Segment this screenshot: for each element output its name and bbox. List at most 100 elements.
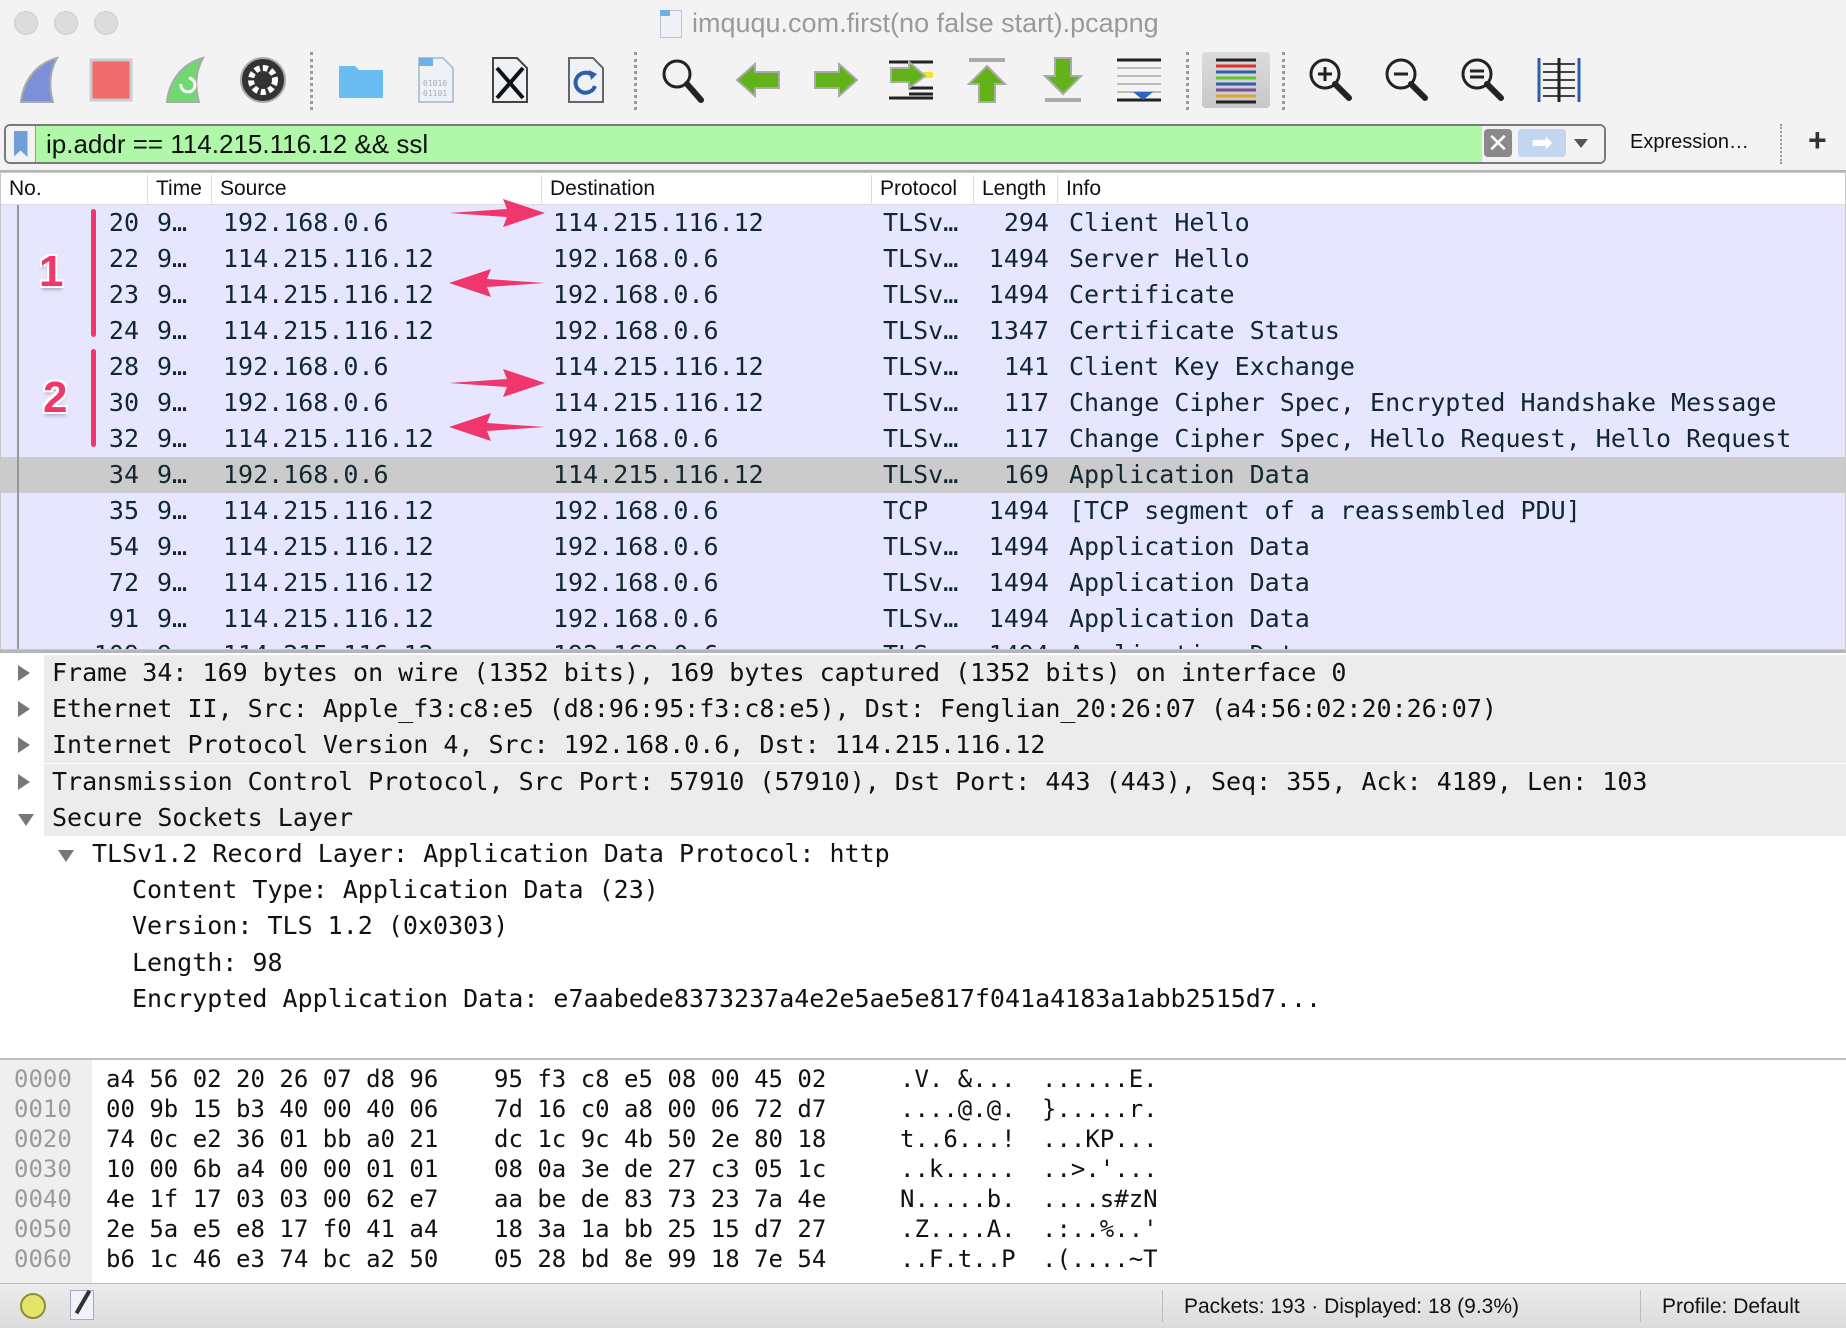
column-header-destination[interactable]: Destination — [541, 175, 871, 203]
hex-ascii: }.....r. — [1042, 1095, 1158, 1123]
resize-columns-button[interactable] — [1530, 52, 1588, 108]
packet-row[interactable]: 20 9… 192.168.0.6 114.215.116.12 TLSv… 294 Cli… — [1, 205, 1845, 241]
detail-tree-item[interactable]: Encrypted Application Data: e7aabede8373… — [0, 981, 1846, 1017]
expanded-triangle-icon[interactable] — [18, 813, 34, 826]
packet-length: 1494 — [988, 604, 1049, 633]
hex-row[interactable]: 0030 10 00 6b a4 00 00 01 01 08 0a 3e de 2… — [0, 1154, 1846, 1184]
close-window-button[interactable] — [14, 11, 38, 35]
go-forward-button[interactable] — [806, 52, 864, 108]
display-filter-input[interactable] — [46, 126, 1486, 162]
zoom-normal-button[interactable] — [1454, 52, 1512, 108]
hex-ascii: ..F.t..P — [900, 1245, 1016, 1273]
detail-tree-item-text: Frame 34: 169 bytes on wire (1352 bits),… — [52, 658, 1347, 687]
colorize-button[interactable] — [1202, 52, 1270, 108]
go-first-packet-button[interactable] — [958, 52, 1016, 108]
hex-row[interactable]: 0050 2e 5a e5 e8 17 f0 41 a4 18 3a 1a bb 2… — [0, 1214, 1846, 1244]
detail-tree-item[interactable]: Content Type: Application Data (23) — [0, 872, 1846, 908]
packet-source: 114.215.116.12 — [223, 316, 434, 345]
apply-filter-button[interactable]: ➡ — [1518, 129, 1566, 157]
bookmark-icon — [13, 131, 28, 157]
go-to-packet-button[interactable] — [882, 52, 940, 108]
packet-row[interactable]: 24 9… 114.215.116.12 192.168.0.6 TLSv… 1347 Ce… — [1, 313, 1845, 349]
collapsed-triangle-icon[interactable] — [18, 665, 30, 681]
expression-button[interactable]: Expression… — [1630, 131, 1749, 154]
collapsed-triangle-icon[interactable] — [18, 773, 30, 790]
packet-protocol: TLSv… — [883, 244, 959, 273]
packet-no: 91 — [108, 604, 139, 633]
packet-info: Client Hello — [1069, 208, 1250, 237]
hex-row[interactable]: 0060 b6 1c 46 e3 74 bc a2 50 05 28 bd 8e 9… — [0, 1244, 1846, 1274]
packet-row[interactable]: 109 9… 114.215.116.12 192.168.0.6 TLSv… 1494 A… — [1, 637, 1845, 649]
capture-options-button[interactable] — [234, 52, 292, 108]
filter-bookmark-button[interactable] — [6, 126, 36, 162]
restart-capture-button[interactable] — [156, 52, 214, 108]
column-header-info[interactable]: Info — [1057, 175, 1845, 203]
packet-row[interactable]: 54 9… 114.215.116.12 192.168.0.6 TLSv… 1494 Ap… — [1, 529, 1845, 565]
close-file-button[interactable] — [480, 52, 538, 108]
packet-length: 117 — [1003, 424, 1049, 453]
column-header-time[interactable]: Time — [147, 175, 211, 203]
hex-row[interactable]: 0000 a4 56 02 20 26 07 d8 96 95 f3 c8 e5 0… — [0, 1064, 1846, 1094]
hex-row[interactable]: 0040 4e 1f 17 03 03 00 62 e7 aa be de 83 7… — [0, 1184, 1846, 1214]
detail-tree-item[interactable]: Transmission Control Protocol, Src Port:… — [18, 763, 1846, 800]
toolbar-separator — [1282, 52, 1285, 110]
add-filter-button[interactable]: + — [1808, 122, 1827, 159]
detail-tree-item[interactable]: Version: TLS 1.2 (0x0303) — [0, 908, 1846, 944]
annotation-arrow-right — [449, 369, 545, 397]
hex-row[interactable]: 0020 74 0c e2 36 01 bb a0 21 dc 1c 9c 4b 5… — [0, 1124, 1846, 1154]
expanded-triangle-icon[interactable] — [58, 850, 74, 862]
detail-tree-item[interactable]: Length: 98 — [0, 945, 1846, 981]
detail-tree-item[interactable]: Frame 34: 169 bytes on wire (1352 bits),… — [18, 655, 1846, 691]
start-capture-button[interactable] — [10, 52, 68, 108]
packet-no: 20 — [108, 208, 139, 237]
packet-row[interactable]: 32 9… 114.215.116.12 192.168.0.6 TLSv… 117 Cha… — [1, 421, 1845, 457]
open-file-button[interactable] — [332, 52, 390, 108]
packet-time: 9… — [157, 604, 188, 633]
reload-file-button[interactable] — [556, 52, 614, 108]
hex-bytes: 05 28 bd 8e 99 18 7e 54 — [494, 1245, 827, 1273]
column-header-length[interactable]: Length — [973, 175, 1057, 203]
detail-tree-item[interactable]: Ethernet II, Src: Apple_f3:c8:e5 (d8:96:… — [18, 691, 1846, 728]
capture-comment-icon[interactable] — [70, 1290, 94, 1320]
hex-offset: 0010 — [14, 1095, 72, 1123]
packet-row[interactable]: 35 9… 114.215.116.12 192.168.0.6 TCP 1494 [TCP… — [1, 493, 1845, 529]
packet-row[interactable]: 30 9… 192.168.0.6 114.215.116.12 TLSv… 117 Cha… — [1, 385, 1845, 421]
expert-info-indicator-icon[interactable] — [20, 1293, 46, 1319]
detail-tree-item[interactable]: Internet Protocol Version 4, Src: 192.16… — [18, 727, 1846, 764]
collapsed-triangle-icon[interactable] — [18, 737, 30, 754]
packet-no: 34 — [108, 460, 139, 489]
packet-row[interactable]: 72 9… 114.215.116.12 192.168.0.6 TLSv… 1494 Ap… — [1, 565, 1845, 601]
clear-filter-button[interactable]: ✕ — [1484, 129, 1512, 157]
go-back-button[interactable] — [730, 52, 788, 108]
find-packet-button[interactable] — [654, 52, 712, 108]
packet-row[interactable]: 28 9… 192.168.0.6 114.215.116.12 TLSv… 141 Cli… — [1, 349, 1845, 385]
packet-row[interactable]: 34 9… 192.168.0.6 114.215.116.12 TLSv… 169 App… — [1, 457, 1845, 493]
packet-protocol: TLSv… — [883, 568, 959, 597]
column-header-protocol[interactable]: Protocol — [871, 175, 973, 203]
packet-time: 9… — [157, 280, 188, 309]
detail-tree-item[interactable]: TLSv1.2 Record Layer: Application Data P… — [0, 836, 1846, 872]
column-header-no[interactable]: No. — [1, 175, 147, 203]
hex-bytes: a4 56 02 20 26 07 d8 96 — [106, 1065, 439, 1093]
packet-list: No. Time Source Destination Protocol Len… — [0, 172, 1846, 650]
zoom-window-button[interactable] — [94, 11, 118, 35]
packet-source: 192.168.0.6 — [223, 352, 389, 381]
hex-row[interactable]: 0010 00 9b 15 b3 40 00 40 06 7d 16 c0 a8 0… — [0, 1094, 1846, 1124]
zoom-out-button[interactable] — [1378, 52, 1436, 108]
profile-status[interactable]: Profile: Default — [1662, 1295, 1800, 1319]
packet-row[interactable]: 91 9… 114.215.116.12 192.168.0.6 TLSv… 1494 Ap… — [1, 601, 1845, 637]
detail-tree-item[interactable]: Secure Sockets Layer — [18, 799, 1846, 836]
hex-bytes: 95 f3 c8 e5 08 00 45 02 — [494, 1065, 827, 1093]
go-last-packet-button[interactable] — [1034, 52, 1092, 108]
collapsed-triangle-icon[interactable] — [18, 701, 30, 718]
binary-file-icon: 0101001101 — [418, 57, 454, 103]
title-bar: imququ.com.first(no false start).pcapng — [0, 0, 1846, 46]
save-file-button[interactable]: 01010 01101 — [406, 52, 464, 108]
auto-scroll-button[interactable] — [1110, 52, 1168, 108]
zoom-in-button[interactable] — [1302, 52, 1360, 108]
stop-capture-button[interactable] — [82, 52, 140, 108]
filter-history-dropdown[interactable] — [1574, 139, 1588, 148]
packet-row[interactable]: 23 9… 114.215.116.12 192.168.0.6 TLSv… 1494 Ce… — [1, 277, 1845, 313]
packet-row[interactable]: 22 9… 114.215.116.12 192.168.0.6 TLSv… 1494 Se… — [1, 241, 1845, 277]
minimize-window-button[interactable] — [54, 11, 78, 35]
